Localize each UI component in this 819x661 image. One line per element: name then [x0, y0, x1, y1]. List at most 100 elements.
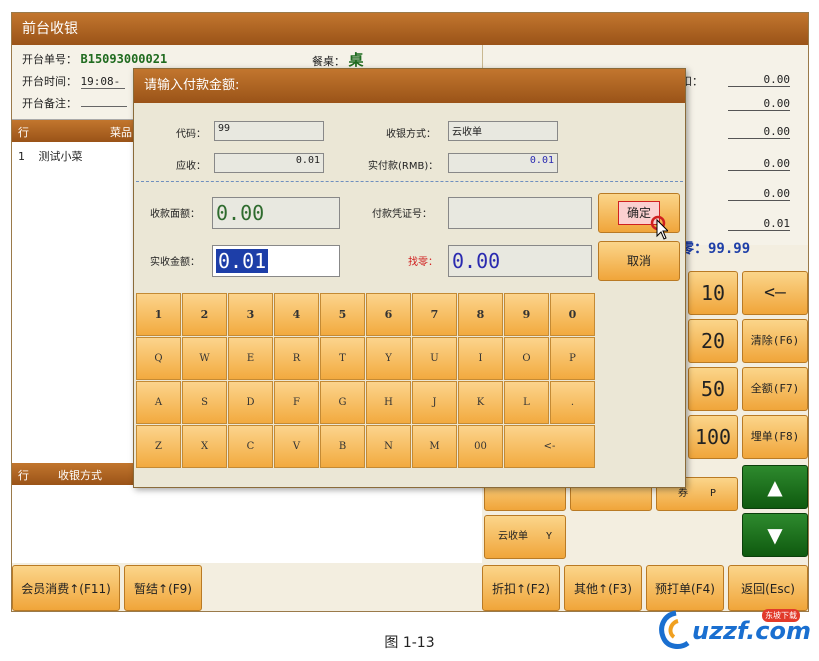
key-4[interactable]: 4	[274, 293, 319, 336]
key-w[interactable]: W	[182, 337, 227, 380]
key-3[interactable]: 3	[228, 293, 273, 336]
dish-name: 测试小菜	[38, 150, 83, 163]
temp-settle-button[interactable]: 暂结↑(F9)	[124, 565, 202, 611]
key-j[interactable]: J	[412, 381, 457, 424]
summary-row: 单：0.00	[670, 155, 790, 173]
remark-input[interactable]	[80, 106, 127, 107]
voucher-field[interactable]	[448, 197, 592, 229]
dialog-title: 请输入付款金额:	[134, 69, 685, 103]
key-h[interactable]: H	[366, 381, 411, 424]
paid-label: 实付款(RMB)：	[368, 161, 439, 172]
key-e[interactable]: E	[228, 337, 273, 380]
quick-amount-button[interactable]: 50	[688, 367, 738, 411]
key-1[interactable]: 1	[136, 293, 181, 336]
col-row: 行	[18, 126, 29, 139]
arrow-up-icon: ▲	[767, 475, 783, 499]
divider	[136, 181, 683, 182]
face-amount-field[interactable]: 0.00	[212, 197, 340, 229]
payment-dialog: 请输入付款金额: 代码： 99 收银方式： 云收单 应收： 0.01 实付款(R…	[133, 68, 686, 488]
arrow-down-icon: ▼	[767, 523, 783, 547]
key-i[interactable]: I	[458, 337, 503, 380]
cancel-button[interactable]: 取消	[598, 241, 680, 281]
table-label: 餐桌：	[312, 55, 345, 68]
other-button[interactable]: 其他↑(F3)	[564, 565, 642, 611]
key-9[interactable]: 9	[504, 293, 549, 336]
table-row: 餐桌： 桌	[312, 49, 364, 70]
key-7[interactable]: 7	[412, 293, 457, 336]
key-g[interactable]: G	[320, 381, 365, 424]
received-label: 实收金额：	[150, 257, 200, 268]
full-amount-button[interactable]: 全额(F7)	[742, 367, 808, 411]
logo-swirl-icon	[659, 610, 690, 649]
key-x[interactable]: X	[182, 425, 227, 468]
key-6[interactable]: 6	[366, 293, 411, 336]
table-value: 桌	[348, 51, 364, 69]
key-v[interactable]: V	[274, 425, 319, 468]
checkout-button[interactable]: 埋单(F8)	[742, 415, 808, 459]
clear-button[interactable]: 清除(F6)	[742, 319, 808, 363]
key-8[interactable]: 8	[458, 293, 503, 336]
open-time-row: 开台时间： 19:08-	[22, 73, 125, 89]
col-method: 收银方式	[58, 469, 102, 482]
quick-amount-button[interactable]: 10	[688, 271, 738, 315]
discount-button[interactable]: 折扣↑(F2)	[482, 565, 560, 611]
table-row[interactable]: 1 测试小菜	[18, 148, 83, 164]
change-label: 找零：	[408, 257, 438, 268]
key-l[interactable]: L	[504, 381, 549, 424]
row-index: 1	[18, 150, 25, 163]
payment-method-button[interactable]: 云收单 Y	[484, 515, 566, 559]
key-r[interactable]: R	[274, 337, 319, 380]
window-title: 前台收银	[12, 13, 808, 45]
key-b[interactable]: B	[320, 425, 365, 468]
key-z[interactable]: Z	[136, 425, 181, 468]
order-no-label: 开台单号：	[22, 53, 77, 66]
col-row: 行	[18, 469, 29, 482]
backspace-button[interactable]: <—	[742, 271, 808, 315]
key-dot[interactable]: .	[550, 381, 595, 424]
remark-row: 开台备注：	[22, 95, 127, 111]
receivable-label: 应收：	[176, 161, 206, 172]
quick-amount-button[interactable]: 100	[688, 415, 738, 459]
receivable-field: 0.01	[214, 153, 324, 173]
key-p[interactable]: P	[550, 337, 595, 380]
key-o[interactable]: O	[504, 337, 549, 380]
col-dish: 菜品	[110, 126, 132, 139]
open-time-value: 19:08-	[80, 75, 125, 89]
received-value-selected: 0.01	[216, 249, 269, 273]
scroll-down-button[interactable]: ▼	[742, 513, 808, 557]
quick-amount-button[interactable]: 20	[688, 319, 738, 363]
scroll-up-button[interactable]: ▲	[742, 465, 808, 509]
summary-row: 零：0.00	[670, 185, 790, 203]
key-n[interactable]: N	[366, 425, 411, 468]
key-q[interactable]: Q	[136, 337, 181, 380]
key-a[interactable]: A	[136, 381, 181, 424]
key-u[interactable]: U	[412, 337, 457, 380]
key-backspace[interactable]: <-	[504, 425, 595, 468]
remark-label: 开台备注：	[22, 97, 77, 110]
key-d[interactable]: D	[228, 381, 273, 424]
summary-row: 折扣： 0.00	[670, 73, 790, 88]
voucher-label: 付款凭证号：	[372, 209, 432, 220]
order-no-row: 开台单号： B15093000021	[22, 51, 167, 67]
key-k[interactable]: K	[458, 381, 503, 424]
key-2[interactable]: 2	[182, 293, 227, 336]
received-field[interactable]: 0.01	[212, 245, 340, 277]
summary-row: 差：0.00	[670, 123, 790, 141]
key-5[interactable]: 5	[320, 293, 365, 336]
key-f[interactable]: F	[274, 381, 319, 424]
key-s[interactable]: S	[182, 381, 227, 424]
method-label: 收银方式：	[386, 129, 436, 140]
mouse-cursor-icon	[650, 215, 668, 240]
code-field: 99	[214, 121, 324, 141]
key-c[interactable]: C	[228, 425, 273, 468]
key-t[interactable]: T	[320, 337, 365, 380]
watermark-text: uzzf.com	[692, 617, 811, 645]
summary-row: 券：0.01	[670, 215, 790, 233]
key-y[interactable]: Y	[366, 337, 411, 380]
key-0[interactable]: 0	[550, 293, 595, 336]
key-m[interactable]: M	[412, 425, 457, 468]
code-label: 代码：	[176, 129, 206, 140]
member-consume-button[interactable]: 会员消费↑(F11)	[12, 565, 120, 611]
key-00[interactable]: 00	[458, 425, 503, 468]
method-field: 云收单	[448, 121, 558, 141]
